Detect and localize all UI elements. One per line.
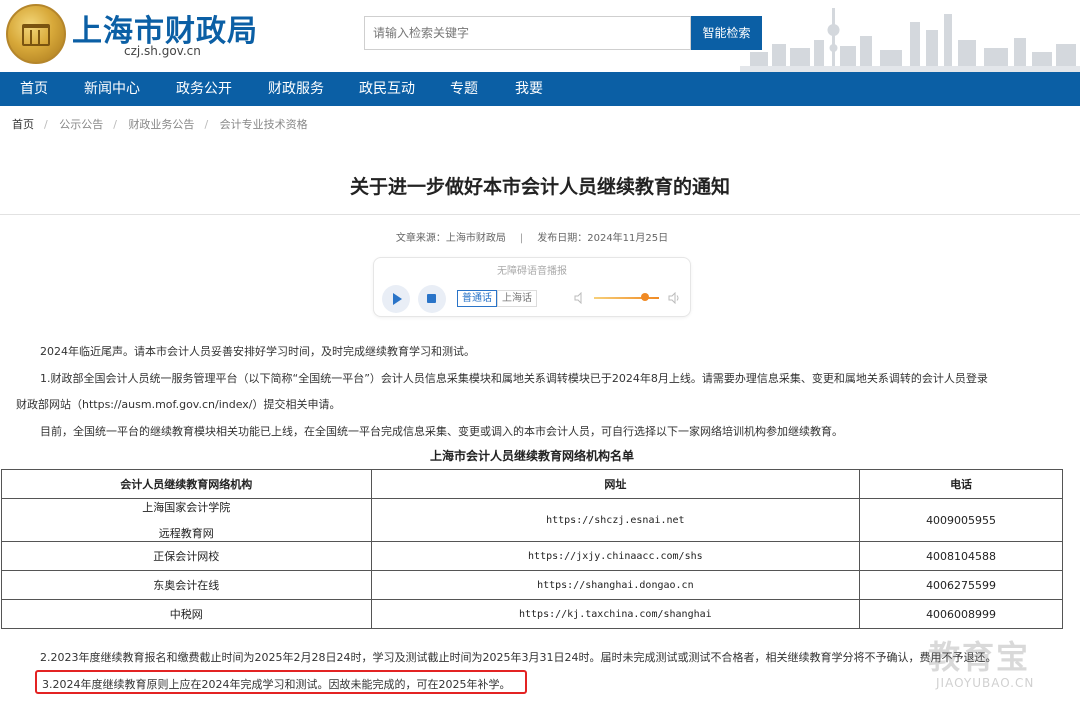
training-institutions-table: 会计人员继续教育网络机构 网址 电话 上海国家会计学院 远程教育网 https:…: [1, 469, 1063, 629]
table-caption: 上海市会计人员继续教育网络机构名单: [429, 449, 634, 463]
table-row: 中税网 https://kj.taxchina.com/shanghai 400…: [1, 599, 1063, 629]
paragraph-item1-line2: 财政部网站（https://ausm.mof.gov.cn/index/）提交相…: [16, 398, 341, 411]
breadcrumb-item-home[interactable]: 首页: [12, 118, 34, 131]
breadcrumb-separator: /: [204, 118, 209, 131]
nav-item-home[interactable]: 首页: [20, 72, 48, 106]
article-meta: 文章来源：上海市财政局 | 发布日期：2024年11月25日: [0, 229, 1064, 244]
volume-slider[interactable]: [594, 297, 659, 299]
city-skyline-decoration: [740, 8, 1080, 72]
volume-high-icon[interactable]: [668, 292, 680, 304]
table-header-row: 会计人员继续教育网络机构 网址 电话: [1, 469, 1063, 499]
nav-item-finance-services[interactable]: 财政服务: [268, 72, 324, 106]
watermark-domain: JIAOYUBAO.CN: [936, 676, 1035, 690]
stop-icon[interactable]: [418, 285, 446, 313]
institution-name: 中税网: [1, 599, 372, 629]
language-toggle: 普通话 上海话: [457, 290, 537, 308]
breadcrumb-separator: /: [44, 118, 48, 131]
institution-name-line1: 上海国家会计学院: [142, 501, 231, 514]
breadcrumb: 首页 / 公示公告 / 财政业务公告 / 会计专业技术资格: [12, 116, 314, 132]
site-header: 上海市财政局 czj.sh.gov.cn 请输入检索关键字 智能检索: [0, 0, 1080, 72]
article-source: 文章来源：上海市财政局: [395, 233, 506, 244]
volume-low-icon[interactable]: [574, 292, 586, 304]
paragraph-intro: 2024年临近尾声。请本市会计人员妥善安排好学习时间，及时完成继续教育学习和测试…: [40, 345, 475, 358]
search-input[interactable]: 请输入检索关键字: [364, 16, 691, 50]
lang-mandarin-button[interactable]: 普通话: [457, 290, 497, 307]
institution-url-link[interactable]: https://shczj.esnai.net: [370, 498, 861, 542]
paragraph-item1-line1: 1.财政部全国会计人员统一服务管理平台（以下简称“全国统一平台”）会计人员信息采…: [40, 372, 988, 385]
accessibility-audio-player: 无障碍语音播报 普通话 上海话: [373, 257, 691, 317]
institution-url-link[interactable]: https://shanghai.dongao.cn: [370, 570, 861, 600]
institution-phone: 4006275599: [859, 570, 1063, 600]
institution-url-link[interactable]: https://kj.taxchina.com/shanghai: [370, 599, 861, 629]
lang-shanghainese-button[interactable]: 上海话: [497, 290, 537, 307]
breadcrumb-separator: /: [113, 118, 117, 131]
column-header-phone: 电话: [859, 469, 1063, 499]
institution-phone: 4006008999: [859, 599, 1063, 629]
main-navigation: 首页 新闻中心 政务公开 财政服务 政民互动 专题 我要: [0, 72, 1080, 106]
table-row: 正保会计网校 https://jxjy.chinaacc.com/shs 400…: [1, 541, 1063, 571]
volume-slider-handle[interactable]: [641, 293, 649, 301]
watermark-logo: 教育宝: [928, 638, 1031, 676]
table-row: 上海国家会计学院 远程教育网 https://shczj.esnai.net 4…: [1, 498, 1063, 542]
nav-item-public-interaction[interactable]: 政民互动: [359, 72, 415, 106]
play-icon[interactable]: [382, 285, 410, 313]
table-row: 东奥会计在线 https://shanghai.dongao.cn 400627…: [1, 570, 1063, 600]
nav-item-news[interactable]: 新闻中心: [84, 72, 140, 106]
breadcrumb-item-finance-announcements[interactable]: 财政业务公告: [128, 118, 194, 131]
column-header-institution: 会计人员继续教育网络机构: [1, 469, 372, 499]
institution-name-line2: 远程教育网: [158, 527, 214, 540]
column-header-url: 网址: [370, 469, 861, 499]
institution-name-cell: 上海国家会计学院 远程教育网: [1, 498, 372, 542]
paragraph-current-status: 目前，全国统一平台的继续教育模块相关功能已上线，在全国统一平台完成信息采集、变更…: [40, 425, 843, 438]
institution-phone: 4009005955: [859, 498, 1063, 542]
paragraph-item2-deadline: 2.2023年度继续教育报名和缴费截止时间为2025年2月28日24时，学习及测…: [40, 651, 997, 664]
nav-item-government-affairs[interactable]: 政务公开: [176, 72, 232, 106]
institution-name: 正保会计网校: [1, 541, 372, 571]
title-divider: [0, 214, 1080, 215]
meta-divider: |: [519, 233, 524, 244]
red-highlight-annotation: [35, 670, 527, 694]
institution-url-link[interactable]: https://jxjy.chinaacc.com/shs: [370, 541, 861, 571]
government-emblem-logo[interactable]: [6, 4, 66, 64]
article-title: 关于进一步做好本市会计人员继续教育的通知: [349, 176, 730, 198]
site-domain: czj.sh.gov.cn: [124, 44, 201, 58]
institution-name: 东奥会计在线: [1, 570, 372, 600]
breadcrumb-item-announcements[interactable]: 公示公告: [59, 118, 103, 131]
nav-item-topics[interactable]: 专题: [450, 72, 478, 106]
nav-item-i-want[interactable]: 我要: [515, 72, 543, 106]
article-publish-date: 发布日期：2024年11月25日: [537, 233, 669, 244]
breadcrumb-item-accounting-qualification[interactable]: 会计专业技术资格: [220, 118, 308, 131]
audio-player-title: 无障碍语音播报: [497, 266, 567, 277]
institution-phone: 4008104588: [859, 541, 1063, 571]
